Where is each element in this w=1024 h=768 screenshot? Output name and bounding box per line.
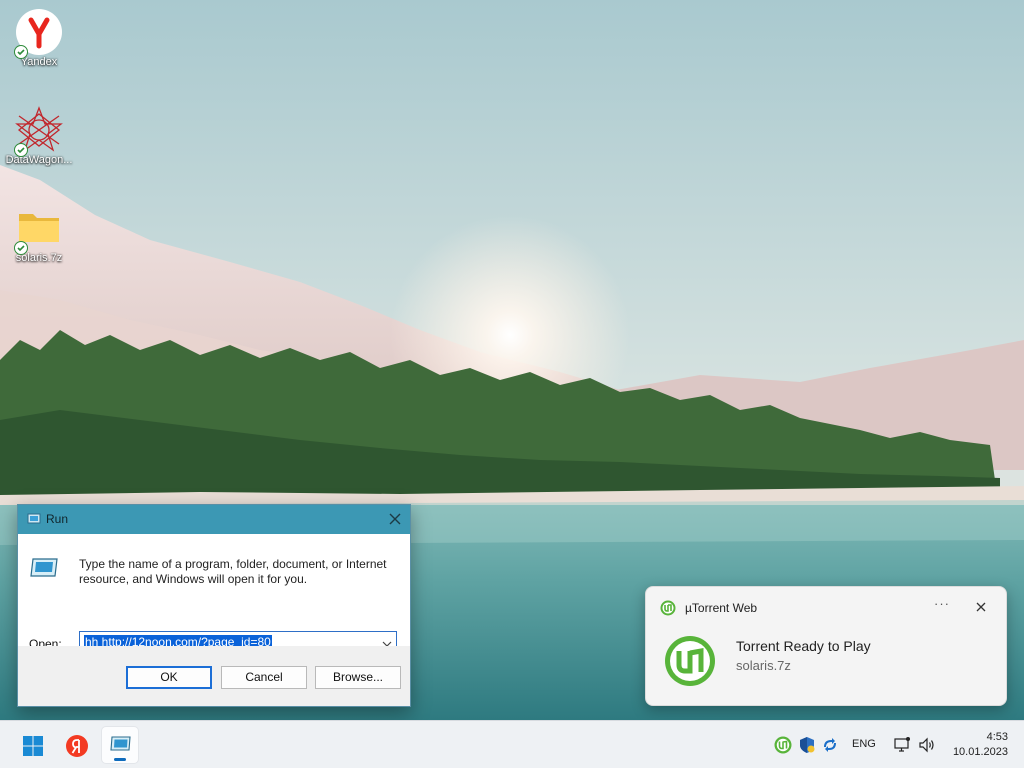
taskbar-yandex-browser[interactable]	[58, 727, 94, 763]
desktop-icon-solaris[interactable]: solaris.7z	[0, 204, 78, 265]
clock[interactable]: 4:53 10.01.2023	[944, 730, 1008, 760]
close-icon[interactable]	[975, 601, 987, 613]
cancel-button[interactable]: Cancel	[221, 666, 307, 689]
utorrent-icon	[664, 635, 716, 687]
sync-status-icon	[14, 241, 28, 255]
utorrent-tray-icon[interactable]	[774, 736, 792, 754]
run-dialog-titlebar[interactable]: Run	[18, 505, 410, 534]
desktop-icon-label: Yandex	[20, 56, 58, 68]
sync-icon[interactable]	[821, 736, 839, 754]
desktop-icon-label: solaris.7z	[15, 252, 63, 264]
run-dialog-description: Type the name of a program, folder, docu…	[79, 557, 387, 586]
desktop-icon-label: DataWagon...	[5, 154, 73, 166]
start-icon	[23, 736, 43, 756]
network-icon[interactable]	[893, 736, 911, 754]
notification-toast[interactable]: µTorrent Web ··· Torrent Ready to Play s…	[645, 586, 1007, 706]
sync-status-icon	[14, 45, 28, 59]
active-indicator	[114, 758, 126, 761]
clock-date: 10.01.2023	[952, 746, 1008, 758]
notification-body: solaris.7z	[736, 658, 791, 673]
run-icon	[27, 513, 41, 525]
utorrent-icon	[660, 600, 676, 616]
run-icon	[110, 736, 131, 751]
run-dialog-footer: OK Cancel Browse...	[18, 646, 410, 706]
run-icon	[30, 556, 60, 580]
desktop-icon-yandex[interactable]: Yandex	[0, 8, 78, 69]
folder-icon	[14, 204, 63, 255]
desktop-icon-datawagon[interactable]: DataWagon...	[0, 106, 78, 167]
shield-icon[interactable]	[798, 736, 816, 754]
volume-icon[interactable]	[918, 736, 936, 754]
ok-button[interactable]: OK	[126, 666, 212, 689]
taskbar: ENG 4:53 10.01.2023	[0, 720, 1024, 768]
sync-status-icon	[14, 143, 28, 157]
input-language[interactable]: ENG	[852, 738, 876, 750]
run-dialog-title: Run	[46, 512, 69, 526]
start-button[interactable]	[14, 727, 50, 763]
taskbar-run[interactable]	[102, 727, 138, 763]
clock-time: 4:53	[986, 731, 1008, 743]
yandex-icon	[14, 8, 63, 59]
more-options-icon[interactable]: ···	[934, 596, 949, 614]
datawagon-icon	[14, 106, 63, 157]
run-dialog: Run Type the name of a program, folder, …	[17, 504, 411, 707]
notification-title: Torrent Ready to Play	[736, 638, 871, 654]
notification-app-name: µTorrent Web	[685, 601, 758, 615]
browse-button[interactable]: Browse...	[315, 666, 401, 689]
yandex-browser-icon	[66, 735, 88, 757]
close-icon[interactable]	[387, 511, 403, 527]
